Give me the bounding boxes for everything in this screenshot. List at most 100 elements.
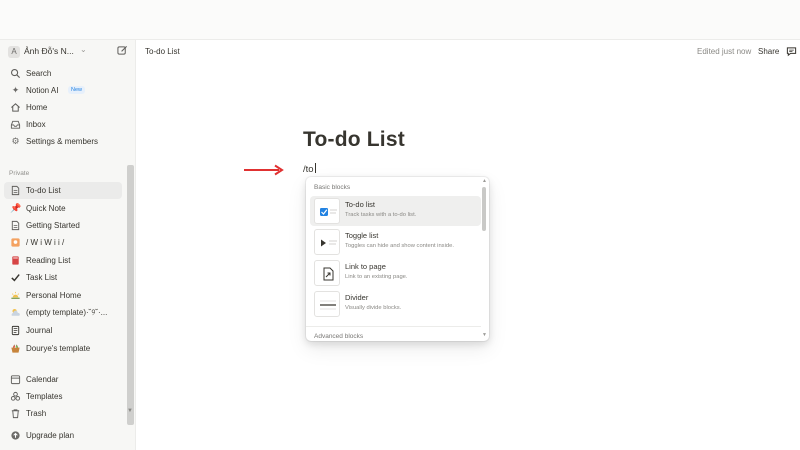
divider-icon [314,291,340,317]
sidebar-item-label: Dourye's template [26,344,91,353]
menu-item-title: To-do list [345,200,376,209]
sidebar-item-label: Notion AI [26,86,59,95]
journal-icon [11,325,20,336]
sidebar-page-wiwii[interactable]: / W i W i i / [4,234,122,251]
sidebar-item-calendar[interactable]: Calendar [4,371,122,388]
page-icon [11,185,20,196]
chevron-down-icon: ⌄ [80,45,87,54]
sidebar-item-label: / W i W i i / [26,238,65,247]
sidebar-item-upgrade[interactable]: Upgrade plan [4,427,122,444]
sidebar-page-dourye-template[interactable]: Dourye's template [4,340,122,357]
book-icon [12,256,19,265]
sidebar-item-label: Trash [26,409,47,418]
breadcrumb[interactable]: To-do List [145,47,180,56]
menu-item-toggle-list[interactable]: Toggle list Toggles can hide and show co… [310,227,481,257]
sidebar-item-label: Reading List [26,256,71,265]
workspace-name: Ảnh Đỗ's N... [24,46,74,56]
search-icon [11,69,21,79]
sidebar-item-inbox[interactable]: Inbox [4,116,122,133]
upgrade-icon [11,431,20,440]
sidebar-item-label: Personal Home [26,291,82,300]
sidebar-page-journal[interactable]: Journal [4,322,122,339]
scroll-up-arrow-icon[interactable]: ▲ [482,178,487,184]
home-icon [11,103,20,112]
sidebar-page-task-list[interactable]: Task List [4,269,122,286]
sidebar-page-todo-list[interactable]: To-do List [4,182,122,199]
menu-section-label: Advanced blocks [314,333,364,340]
sidebar-page-personal-home[interactable]: Personal Home [4,287,122,304]
sidebar-item-label: Journal [26,326,53,335]
text-caret [314,163,316,173]
sidebar-item-label: Templates [26,392,63,401]
command-input[interactable]: /to [303,164,314,175]
inbox-icon [10,120,21,129]
menu-item-link-to-page[interactable]: Link to page Link to an existing page. [310,258,481,288]
sidebar-scrollbar[interactable] [127,165,134,425]
checkbox-icon [314,198,340,224]
sidebar-item-label: Calendar [26,375,59,384]
edited-status: Edited just now [697,47,752,56]
comment-icon[interactable] [786,46,797,57]
basket-icon [11,344,20,353]
sidebar-item-label: Settings & members [26,137,99,146]
sidebar-item-label: Inbox [26,120,46,129]
sidebar-item-trash[interactable]: Trash [4,405,122,422]
menu-scrollbar[interactable] [482,187,486,231]
share-button[interactable]: Share [758,47,779,56]
pushpin-icon: 📌 [10,203,22,213]
scroll-down-arrow-icon[interactable]: ▼ [127,408,133,414]
menu-item-title: Toggle list [345,231,379,240]
toggle-icon [314,229,340,255]
sidebar-page-empty-template[interactable]: (empty template)·˘୨˘·... [4,304,122,321]
red-arrow-annotation [244,164,284,176]
new-page-icon[interactable] [117,45,128,56]
menu-item-desc: Toggles can hide and show content inside… [345,243,454,249]
slash-command-menu: Basic blocks To-do list Track tasks with… [306,177,489,341]
workspace-avatar: A [8,46,20,58]
scroll-down-arrow-icon[interactable]: ▼ [482,332,487,338]
new-badge: New [68,86,86,94]
trash-icon [11,409,20,419]
sidebar-page-reading-list[interactable]: Reading List [4,252,122,269]
gear-icon: ⚙ [11,136,20,146]
sidebar-item-label: Getting Started [26,221,80,230]
checkmark-icon [11,274,20,282]
sunrise-icon [11,291,20,299]
sidebar-page-quick-note[interactable]: 📌 Quick Note [4,200,122,217]
sidebar: A Ảnh Đỗ's N... ⌄ Search ✦ Notion AI New… [0,40,136,450]
sidebar-item-search[interactable]: Search [4,65,122,82]
templates-icon [10,391,21,401]
private-section-label: Private [9,170,30,177]
sparkle-icon: ✦ [11,85,20,95]
sidebar-item-templates[interactable]: Templates [4,388,122,405]
link-page-icon [314,260,340,286]
picture-icon [11,238,20,247]
sidebar-item-label: (empty template)·˘୨˘·... [26,308,108,317]
sidebar-item-label: Search [26,69,52,78]
menu-item-desc: Track tasks with a to-do list. [345,212,417,218]
calendar-icon [10,375,21,385]
menu-divider [306,326,481,327]
sidebar-item-label: Task List [26,273,58,282]
sidebar-item-label: Quick Note [26,204,66,213]
sidebar-page-getting-started[interactable]: Getting Started [4,217,122,234]
sidebar-item-home[interactable]: Home [4,99,122,116]
workspace-switcher[interactable]: A Ảnh Đỗ's N... ⌄ [0,40,136,64]
menu-section-label: Basic blocks [314,184,351,191]
browser-top-bar [0,0,800,40]
sidebar-item-label: Upgrade plan [26,431,75,440]
menu-item-desc: Link to an existing page. [345,274,408,280]
page-icon [11,220,20,231]
menu-item-divider[interactable]: Divider Visually divide blocks. [310,289,481,319]
cloud-icon [11,309,20,316]
slash-command-text[interactable]: /to [303,163,316,175]
menu-item-title: Divider [345,293,369,302]
sidebar-item-notion-ai[interactable]: ✦ Notion AI New [4,82,122,99]
menu-item-desc: Visually divide blocks. [345,305,402,311]
sidebar-item-settings[interactable]: ⚙ Settings & members [4,133,122,150]
page-title[interactable]: To-do List [303,128,405,152]
sidebar-item-label: Home [26,103,48,112]
menu-item-todo-list[interactable]: To-do list Track tasks with a to-do list… [310,196,481,226]
sidebar-item-label: To-do List [26,186,61,195]
menu-item-title: Link to page [345,262,386,271]
